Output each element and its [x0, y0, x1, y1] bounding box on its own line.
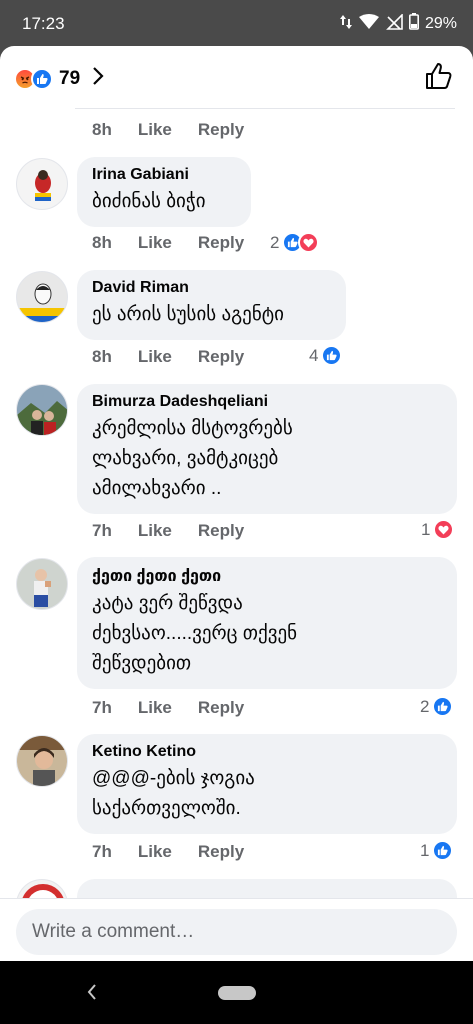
header-divider	[75, 108, 455, 109]
comment-meta-row: 7h Like Reply	[92, 842, 270, 862]
comment-text: @@@-ების ჯოგია საქართველოში.	[92, 768, 255, 819]
heart-reaction-icon	[433, 519, 455, 540]
avatar[interactable]	[16, 558, 68, 610]
like-reaction-icon	[31, 67, 53, 90]
comment-author[interactable]: ქეთი ქეთი ქეთი	[92, 566, 441, 586]
like-comment-button[interactable]: Like	[138, 120, 172, 140]
like-reaction-icon	[432, 840, 454, 861]
battery-percent: 29%	[424, 15, 457, 32]
sheet-header: 79	[0, 46, 473, 109]
comment-bubble: Bimurza Dadeshqeliani კრემლისა მსტოვრებს…	[77, 384, 457, 514]
comment-meta-row: 7h Like Reply	[92, 521, 270, 541]
comment-reaction-count: 2	[270, 232, 280, 252]
like-post-button[interactable]	[425, 62, 453, 95]
chevron-right-icon	[92, 66, 104, 91]
back-icon[interactable]	[84, 981, 98, 1008]
no-signal-icon	[385, 12, 403, 35]
status-icons: 29%	[339, 12, 457, 35]
battery-icon	[408, 13, 419, 35]
avatar[interactable]	[16, 384, 68, 436]
reply-button[interactable]: Reply	[198, 120, 244, 140]
data-arrows-icon	[339, 14, 353, 35]
comment-reaction-count: 4	[309, 345, 319, 365]
status-time: 17:23	[22, 14, 65, 33]
comment-composer: Write a comment…	[0, 898, 473, 961]
navigation-bar	[0, 961, 473, 1024]
comment-time: 8h	[92, 347, 112, 366]
reply-button[interactable]: Reply	[198, 233, 244, 253]
comment-bubble: Irina Gabiani ბიძინას ბიჭი	[77, 157, 251, 227]
comment-reaction-count: 2	[420, 696, 430, 716]
like-comment-button[interactable]: Like	[138, 698, 172, 718]
comment-text: ბიძინას ბიჭი	[92, 191, 206, 212]
comment-author[interactable]: David Riman	[92, 279, 330, 297]
like-comment-button[interactable]: Like	[138, 233, 172, 253]
comment-reactions[interactable]: 4	[309, 345, 343, 366]
comment-meta-row: 8h Like Reply	[92, 233, 270, 253]
comment-author[interactable]: Ketino Ketino	[92, 743, 441, 761]
home-pill-icon[interactable]	[218, 986, 256, 1000]
reply-button[interactable]: Reply	[198, 842, 244, 862]
like-comment-button[interactable]: Like	[138, 347, 172, 367]
comment-reaction-count: 1	[420, 840, 430, 860]
thumbs-up-outline-icon	[425, 63, 453, 94]
reply-button[interactable]: Reply	[198, 521, 244, 541]
comment-reactions[interactable]: 1	[420, 840, 454, 861]
avatar[interactable]	[16, 735, 68, 787]
like-comment-button[interactable]: Like	[138, 842, 172, 862]
comment-time: 7h	[92, 698, 112, 717]
comment-text: ეს არის სუსის აგენტი	[92, 304, 285, 325]
like-reaction-icon	[432, 696, 454, 717]
comment-time: 7h	[92, 842, 112, 861]
reaction-count: 79	[59, 67, 81, 89]
comment-input[interactable]: Write a comment…	[16, 909, 457, 955]
comment-time: 7h	[92, 521, 112, 540]
avatar[interactable]	[16, 271, 68, 323]
like-comment-button[interactable]: Like	[138, 521, 172, 541]
reply-button[interactable]: Reply	[198, 347, 244, 367]
comment-bubble: David Riman ეს არის სუსის აგენტი	[77, 270, 346, 340]
comment-bubble: Ketino Ketino @@@-ების ჯოგია საქართველოშ…	[77, 734, 457, 834]
comment-meta-row: 8h Like Reply	[92, 120, 270, 140]
avatar[interactable]	[16, 158, 68, 210]
comment-time: 8h	[92, 120, 112, 139]
heart-reaction-icon	[298, 232, 320, 253]
comment-author[interactable]: Bimurza Dadeshqeliani	[92, 393, 441, 411]
comment-meta-row: 7h Like Reply	[92, 698, 270, 718]
comment-author[interactable]: Irina Gabiani	[92, 166, 235, 184]
status-bar: 17:23 29%	[0, 0, 473, 46]
comment-reactions[interactable]: 1	[421, 519, 455, 540]
like-reaction-icon	[321, 345, 343, 366]
reply-button[interactable]: Reply	[198, 698, 244, 718]
comment-time: 8h	[92, 233, 112, 252]
comment-text: კატა ვერ შეწვდა ძეხვსაო.....ვერც თქვენ შ…	[92, 593, 298, 674]
comment-reaction-count: 1	[421, 519, 431, 539]
comments-sheet: 79 8h Like Reply Irina Gabiani ბიძინას ბ…	[0, 46, 473, 961]
comment-bubble: ქეთი ქეთი ქეთი კატა ვერ შეწვდა ძეხვსაო..…	[77, 557, 457, 689]
reactions-summary-button[interactable]: 79	[14, 66, 104, 91]
comment-reactions[interactable]: 2	[420, 696, 454, 717]
comment-meta-row: 8h Like Reply	[92, 347, 270, 367]
comment-text: კრემლისა მსტოვრებს ლახვარი, ვამტკიცებ ამ…	[92, 418, 293, 499]
comment-reactions[interactable]: 2	[270, 232, 320, 253]
wifi-icon	[358, 13, 379, 35]
